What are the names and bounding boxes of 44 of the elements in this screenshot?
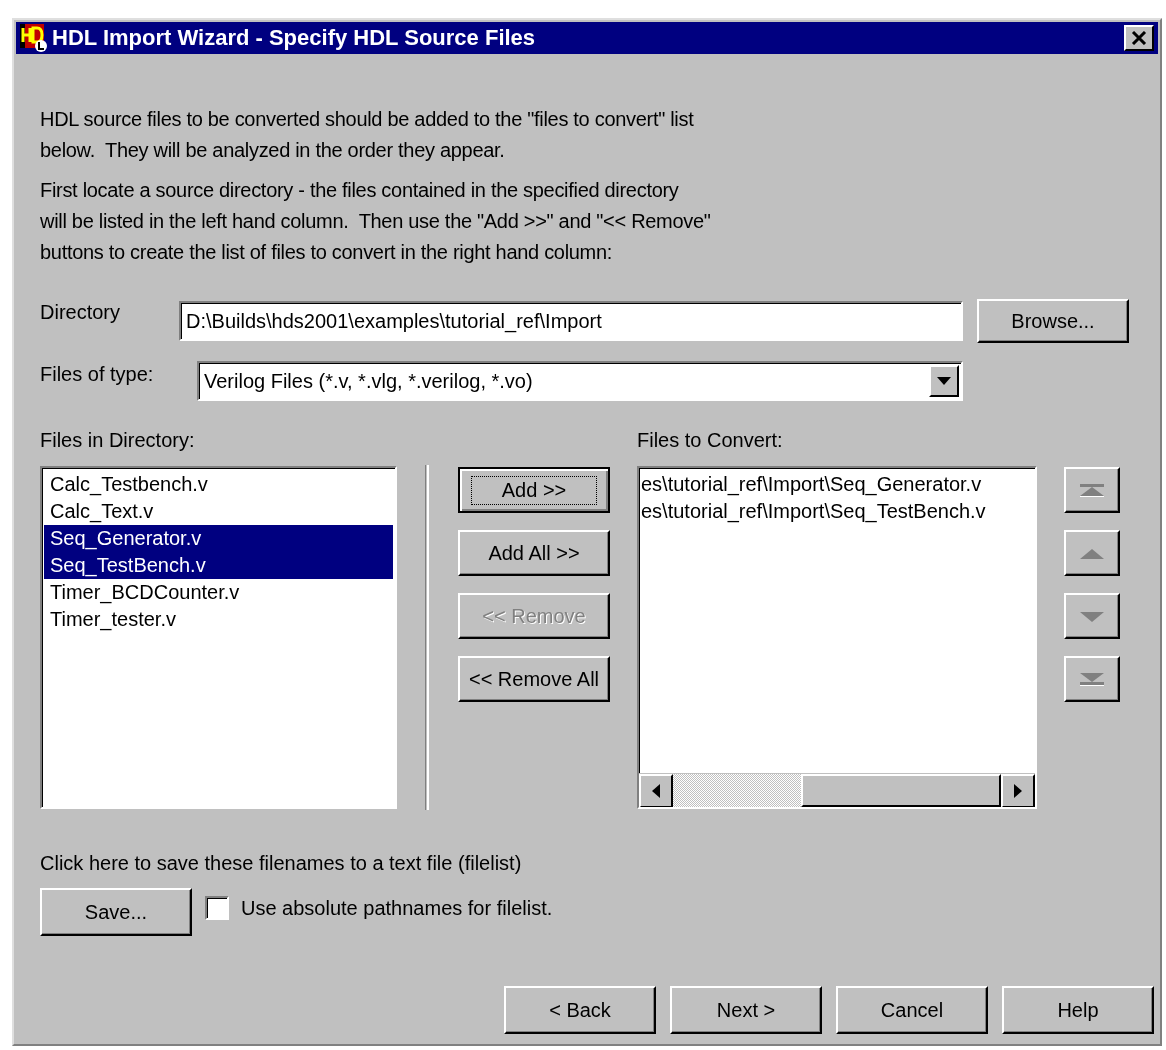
file-list-item[interactable]: es\tutorial_ref\Import\Seq_Generator.v — [639, 471, 1035, 498]
wizard-nav-button[interactable]: Cancel — [836, 986, 988, 1034]
wizard-nav-button[interactable]: < Back — [504, 986, 656, 1034]
directory-label: Directory — [40, 301, 121, 324]
transfer-button[interactable]: << Remove All — [458, 656, 610, 702]
dropdown-arrow-icon — [937, 377, 951, 385]
file-type-dropdown[interactable]: Verilog Files (*.v, *.vlg, *.verilog, *.vo) — [197, 361, 963, 401]
file-type-value: Verilog Files (*.v, *.vlg, *.verilog, *.vo) — [204, 369, 533, 393]
file-list-item[interactable]: Seq_TestBench.v — [44, 552, 393, 579]
browse-button[interactable]: Browse... — [977, 299, 1129, 343]
move-down-button[interactable] — [1064, 593, 1120, 639]
move-bottom-button[interactable] — [1064, 656, 1120, 702]
file-type-label: Files of type: — [40, 363, 155, 386]
file-list-item[interactable]: Seq_Generator.v — [44, 525, 393, 552]
move-up-button[interactable] — [1064, 530, 1120, 576]
dropdown-button[interactable] — [929, 365, 959, 397]
app-logo-icon — [20, 24, 48, 52]
window-title: HDL Import Wizard - Specify HDL Source Files — [52, 25, 537, 51]
instruction-text: HDL source files to be converted should be added to the "files to convert" list below. They will be analyzed in the order they appear. — [40, 107, 695, 163]
file-list-item[interactable]: Calc_Testbench.v — [44, 471, 393, 498]
close-button[interactable] — [1124, 25, 1154, 51]
file-list-item[interactable]: Timer_BCDCounter.v — [44, 579, 393, 606]
save-hint-text: Click here to save these filenames to a text file (filelist) — [40, 852, 523, 875]
transfer-button[interactable]: Add All >> — [458, 530, 610, 576]
move-top-button[interactable] — [1064, 467, 1120, 513]
move-top-icon — [1078, 482, 1106, 498]
move-bottom-icon — [1078, 671, 1106, 687]
file-list-item[interactable]: Calc_Text.v — [44, 498, 393, 525]
files-in-directory-label: Files in Directory: — [40, 429, 196, 452]
horizontal-scrollbar[interactable] — [639, 773, 1035, 807]
wizard-nav-button[interactable]: Help — [1002, 986, 1154, 1034]
close-icon — [1131, 31, 1147, 45]
transfer-button[interactable]: Add >> — [458, 467, 610, 513]
scroll-left-icon — [652, 784, 660, 798]
absolute-pathnames-checkbox[interactable] — [205, 896, 229, 920]
file-list-item[interactable]: Timer_tester.v — [44, 606, 393, 633]
scroll-right-icon — [1014, 784, 1022, 798]
save-button[interactable]: Save... — [40, 888, 192, 936]
absolute-pathnames-label: Use absolute pathnames for filelist. — [241, 896, 553, 920]
instruction-text: First locate a source directory - the files contained in the specified directory will be listed in the left hand column. Then use the "Add >>" and "<< Remove" buttons to create the list of files to convert in the right hand column: — [40, 178, 712, 265]
wizard-nav-button[interactable]: Next > — [670, 986, 822, 1034]
file-list-item[interactable]: es\tutorial_ref\Import\Seq_TestBench.v — [639, 498, 1035, 525]
files-to-convert-label: Files to Convert: — [637, 429, 784, 452]
directory-field[interactable]: D:\Builds\hds2001\examples\tutorial_ref\Import — [179, 301, 963, 341]
